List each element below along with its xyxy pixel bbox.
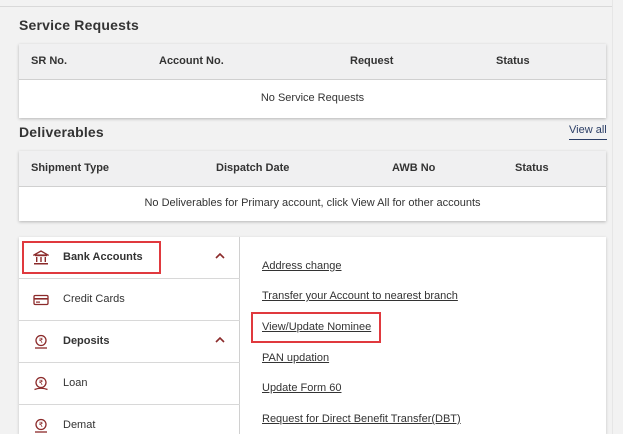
menu-item-demat[interactable]: ₹ Demat [19,405,240,434]
menu-item-label: Loan [63,377,88,389]
deliverables-header: Shipment Type Dispatch Date AWB No Statu… [19,151,606,187]
column-account-no: Account No. [159,55,224,67]
deliverables-title: Deliverables [19,124,104,140]
column-dispatch-date: Dispatch Date [216,162,290,174]
empty-message: No Deliverables for Primary account, cli… [144,197,481,209]
deliverables-body: No Deliverables for Primary account, cli… [19,187,606,221]
deposit-icon: ₹ [33,334,49,350]
menu-item-label: Credit Cards [63,293,125,305]
credit-card-icon [33,292,49,308]
link-direct-benefit-transfer[interactable]: Request for Direct Benefit Transfer(DBT) [262,413,461,425]
column-status: Status [496,55,530,67]
menu-item-loan[interactable]: ₹ Loan [19,363,240,405]
chevron-up-icon[interactable] [214,249,226,261]
service-requests-header: SR No. Account No. Request Status [19,44,606,80]
top-divider [0,6,612,7]
deliverables-table: Shipment Type Dispatch Date AWB No Statu… [19,151,606,221]
column-status: Status [515,162,549,174]
demat-icon: ₹ [33,418,49,434]
column-awb-no: AWB No [392,162,436,174]
link-pan-updation[interactable]: PAN updation [262,352,329,364]
bank-accounts-highlight [22,241,161,274]
loan-icon: ₹ [33,376,49,392]
column-shipment-type: Shipment Type [31,162,110,174]
menu-item-label: Deposits [63,335,110,347]
menu-item-label: Demat [63,419,96,431]
view-all-link[interactable]: View all [569,124,607,140]
link-update-form-60[interactable]: Update Form 60 [262,382,341,394]
svg-text:₹: ₹ [39,421,44,429]
service-requests-table: SR No. Account No. Request Status No Ser… [19,44,606,118]
column-request: Request [350,55,394,67]
column-sr-no: SR No. [31,55,68,67]
chevron-up-icon[interactable] [214,333,226,345]
svg-text:₹: ₹ [39,379,44,387]
nominee-highlight [251,312,381,343]
menu-item-credit-cards[interactable]: Credit Cards [19,279,240,321]
link-address-change[interactable]: Address change [262,260,342,272]
service-requests-body: No Service Requests [19,80,606,118]
link-transfer-account[interactable]: Transfer your Account to nearest branch [262,290,458,302]
empty-message: No Service Requests [260,92,365,104]
service-requests-title: Service Requests [19,17,139,33]
menu-item-deposits[interactable]: ₹ Deposits [19,321,240,363]
svg-text:₹: ₹ [39,337,44,345]
right-divider [612,0,613,434]
